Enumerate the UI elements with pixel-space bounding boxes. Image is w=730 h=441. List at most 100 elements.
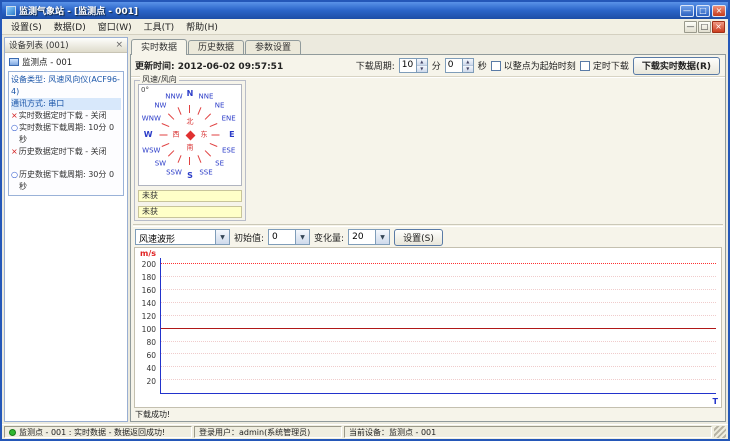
y-tick-label: 80 [146,337,156,347]
compass-tick-icon [177,155,182,163]
device-icon [9,58,19,66]
panel-close-icon[interactable]: × [115,40,123,50]
gridline [161,353,716,355]
spin-down-icon[interactable]: ▼ [462,66,473,72]
minutes-unit-label: 分 [431,62,441,72]
checkbox-icon [579,60,590,71]
download-period-label: 下载周期: [355,62,395,72]
device-list-title: 设备列表 (001) [9,41,69,51]
close-button[interactable]: × [712,4,726,17]
minutes-spinner[interactable]: 10 ▲ ▼ [398,58,428,73]
wind-direction-value-field: 未获 [138,206,242,218]
spin-up-icon[interactable]: ▲ [462,59,473,66]
gridline [161,366,716,368]
comm-mode-line: 通讯方式: 串口 [11,98,121,110]
update-time: 更新时间: 2012-06-02 09:57:51 [135,62,284,72]
app-icon [6,5,16,16]
initial-value-label: 初始值: [234,233,265,244]
status-user-section: 登录用户：admin(系统管理员) [194,426,342,438]
tree-item-station[interactable]: 监测点 - 001 [7,55,125,69]
compass-tick-icon [177,107,182,115]
cross-icon: × [11,147,18,156]
realtime-toolbar: 更新时间: 2012-06-02 09:57:51 下载周期: 10 ▲ ▼ 分 … [131,55,725,77]
status-message-section: 监测点 - 001 : 实时数据 - 数据返回成功! [4,426,192,438]
compass-direction-label: NW [154,101,167,110]
app-body: 设备列表 (001) × 监测点 - 001 设备类型: 风速风向仪(ACF96… [2,35,728,424]
tab-realtime-data[interactable]: 实时数据 [131,39,188,55]
compass-direction-label: ENE [221,114,236,123]
compass-direction-label: NNW [165,92,183,101]
chevron-down-icon: ▼ [295,230,310,244]
initial-value-select[interactable]: 0 ▼ [268,229,311,245]
delta-value-select[interactable]: 20 ▼ [348,229,391,245]
checkbox-start-on-hour[interactable]: 以整点为起始时刻 [490,59,576,72]
realtime-tab-page: 更新时间: 2012-06-02 09:57:51 下载周期: 10 ▲ ▼ 分 … [130,54,726,422]
menu-help[interactable]: 帮助(H) [180,19,224,34]
compass-direction-label: E [229,130,235,139]
y-tick-label: 100 [141,324,156,334]
reference-line [161,327,716,329]
menubar: 设置(S) 数据(D) 窗口(W) 工具(T) 帮助(H) — □ × [2,19,728,35]
chart-plot-area [160,258,716,394]
wind-speed-value-field: 未获 [138,190,242,202]
y-tick-label: 40 [146,363,156,373]
checkbox-timed-download[interactable]: 定时下载 [579,59,629,72]
window-controls: — □ × [680,4,726,17]
compass-direction-label: N [186,89,194,98]
reference-line [161,263,716,265]
tab-parameter-settings[interactable]: 参数设置 [245,40,302,54]
chart-y-axis-labels: 200 180 160 140 120 100 80 60 40 20 [135,258,158,394]
compass-tick-icon [209,142,218,147]
gridline [161,289,716,291]
tab-history-data[interactable]: 历史数据 [188,40,245,54]
mdi-window-controls: — □ × [684,20,725,33]
compass-tick-icon [204,113,212,120]
chart-toolbar: 风速波形 ▼ 初始值: 0 ▼ 变化量: 20 ▼ 设置(S) [131,227,725,247]
y-tick-label: 180 [141,272,156,282]
chart-y-unit-label: m/s [140,249,157,258]
spin-down-icon[interactable]: ▼ [416,66,427,72]
seconds-spinner[interactable]: 0 ▲ ▼ [444,58,474,73]
download-realtime-button[interactable]: 下载实时数据(R) [632,56,720,75]
mdi-minimize-button[interactable]: — [684,20,697,33]
window-title: 监测气象站 - [监测点 - 001] [19,7,139,17]
checkbox-icon [490,60,501,71]
menu-settings[interactable]: 设置(S) [5,19,48,34]
chart-settings-button[interactable]: 设置(S) [394,228,443,246]
compass-direction-label: NE [214,101,225,110]
chevron-down-icon: ▼ [375,230,390,244]
wind-speed-chart: m/s 200 180 160 140 120 100 80 60 40 20 T [134,247,722,408]
compass-tick-icon [167,113,175,120]
compass-tick-icon [211,134,220,136]
compass-needle-icon [185,130,195,140]
waveform-select[interactable]: 风速波形 ▼ [135,229,230,245]
mdi-restore-button[interactable]: □ [698,20,711,33]
resize-grip[interactable] [714,426,726,438]
compass-tick-icon [159,134,168,136]
y-tick-label: 200 [141,259,156,269]
main-area: 实时数据 历史数据 参数设置 更新时间: 2012-06-02 09:57:51… [130,37,726,422]
minimize-button[interactable]: — [680,4,694,17]
y-tick-label: 60 [146,350,156,360]
status-ok-icon [9,428,16,436]
gridline [161,302,716,303]
download-status-text: 下载成功! [135,410,171,419]
spin-up-icon[interactable]: ▲ [416,59,427,66]
circle-icon: ○ [11,123,18,132]
status-current-device: 当前设备：监测点 - 001 [349,427,437,437]
y-tick-label: 120 [141,311,156,321]
maximize-button[interactable]: □ [696,4,710,17]
compass-tick-icon [161,142,170,147]
compass-tick-icon [197,107,202,115]
compass-direction-label: WSW [142,146,161,155]
device-list-panel: 设备列表 (001) × 监测点 - 001 设备类型: 风速风向仪(ACF96… [4,37,128,422]
compass-direction-label: SSE [199,168,213,177]
menu-tools[interactable]: 工具(T) [138,19,181,34]
status-message: 监测点 - 001 : 实时数据 - 数据返回成功! [19,427,166,437]
mdi-close-button[interactable]: × [712,20,725,33]
menu-data[interactable]: 数据(D) [48,19,92,34]
compass-tick-icon [209,123,218,128]
menu-window[interactable]: 窗口(W) [92,19,138,34]
compass-direction-label: ESE [222,146,236,155]
device-info-box: 设备类型: 风速风向仪(ACF96-4) 通讯方式: 串口 × 实时数据定时下载… [8,71,124,196]
